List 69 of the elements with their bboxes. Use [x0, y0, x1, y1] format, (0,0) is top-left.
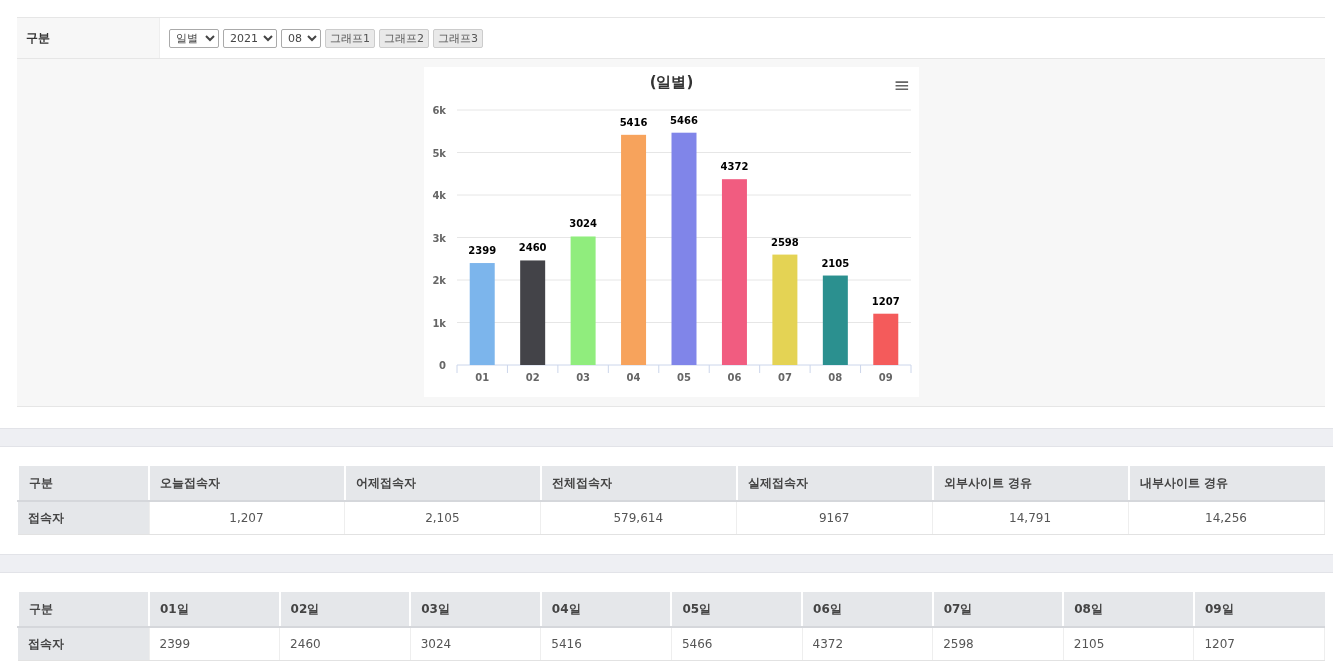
- column-header: 07일: [932, 592, 1064, 627]
- table-cell: 2,105: [344, 501, 541, 535]
- axis-label: 4k: [431, 190, 446, 201]
- dropdown[interactable]: 2021: [223, 28, 277, 48]
- column-header: 오늘접속자: [149, 466, 345, 501]
- column-header: 실제접속자: [736, 466, 933, 501]
- table-cell: 3024: [410, 627, 541, 661]
- data-label: 3024: [568, 218, 597, 230]
- column-header: 08일: [1063, 592, 1194, 627]
- column-header: 01일: [149, 592, 280, 627]
- axis-label: 07: [777, 372, 792, 383]
- column-header: 구분: [18, 592, 149, 627]
- column-header: 09일: [1193, 592, 1325, 627]
- axis-label: 01: [474, 372, 489, 383]
- column-header: 02일: [279, 592, 411, 627]
- bar: [872, 313, 898, 365]
- data-label: 5416: [619, 116, 647, 128]
- data-label: 2460: [518, 242, 547, 254]
- table-cell: 4372: [802, 627, 933, 661]
- column-header: 외부사이트 경유: [932, 466, 1129, 501]
- axis-label: 02: [525, 372, 540, 383]
- data-label: 2598: [770, 236, 799, 248]
- axis-label: 3k: [431, 232, 446, 244]
- axis-label: 5k: [431, 147, 446, 159]
- graph-button[interactable]: 그래프1: [325, 28, 375, 48]
- table-cell: 1207: [1193, 627, 1325, 661]
- column-header: 구분: [18, 466, 149, 501]
- table-cell: 2460: [279, 627, 411, 661]
- table-cell: 14,256: [1128, 501, 1325, 535]
- axis-label: 2k: [431, 275, 446, 286]
- column-header: 04일: [540, 592, 672, 627]
- dropdown[interactable]: 08: [281, 28, 321, 48]
- axis-label: 08: [827, 372, 842, 383]
- row-header: 접속자: [18, 627, 149, 661]
- table-cell: 1,207: [149, 501, 345, 535]
- table-cell: 14,791: [932, 501, 1129, 535]
- axis-label: 09: [878, 372, 893, 383]
- data-label: 2399: [467, 245, 496, 257]
- column-header: 05일: [671, 592, 803, 627]
- axis-label: 03: [575, 372, 590, 383]
- table-cell: 2399: [149, 627, 280, 661]
- graph-button[interactable]: 그래프2: [379, 28, 429, 48]
- axis-label: 06: [727, 372, 741, 383]
- axis-label: 05: [676, 372, 691, 383]
- data-label: 2105: [820, 257, 849, 269]
- table-cell: 579,614: [540, 501, 737, 535]
- column-header: 어제접속자: [344, 466, 541, 501]
- axis-label: 1k: [431, 317, 446, 329]
- table-cell: 5416: [540, 627, 672, 661]
- column-header: 전체접속자: [540, 466, 737, 501]
- axis-label: 6k: [431, 105, 446, 116]
- table-cell: 2105: [1063, 627, 1194, 661]
- chart-title: (일별): [649, 73, 693, 91]
- menu-icon[interactable]: ≡: [893, 73, 910, 97]
- filter-label: 구분: [17, 18, 160, 58]
- table-cell: 5466: [671, 627, 803, 661]
- axis-label: 0: [438, 360, 446, 371]
- data-label: 1207: [871, 295, 900, 307]
- row-header: 접속자: [18, 501, 149, 535]
- column-header: 03일: [410, 592, 541, 627]
- dropdown[interactable]: 일별: [169, 28, 219, 48]
- table-cell: 2598: [932, 627, 1064, 661]
- column-header: 06일: [802, 592, 933, 627]
- data-label: 5466: [669, 114, 698, 126]
- column-header: 내부사이트 경유: [1128, 466, 1325, 501]
- graph-button[interactable]: 그래프3: [433, 28, 483, 48]
- table-cell: 9167: [736, 501, 933, 535]
- data-label: 4372: [720, 161, 748, 173]
- axis-label: 04: [626, 372, 640, 383]
